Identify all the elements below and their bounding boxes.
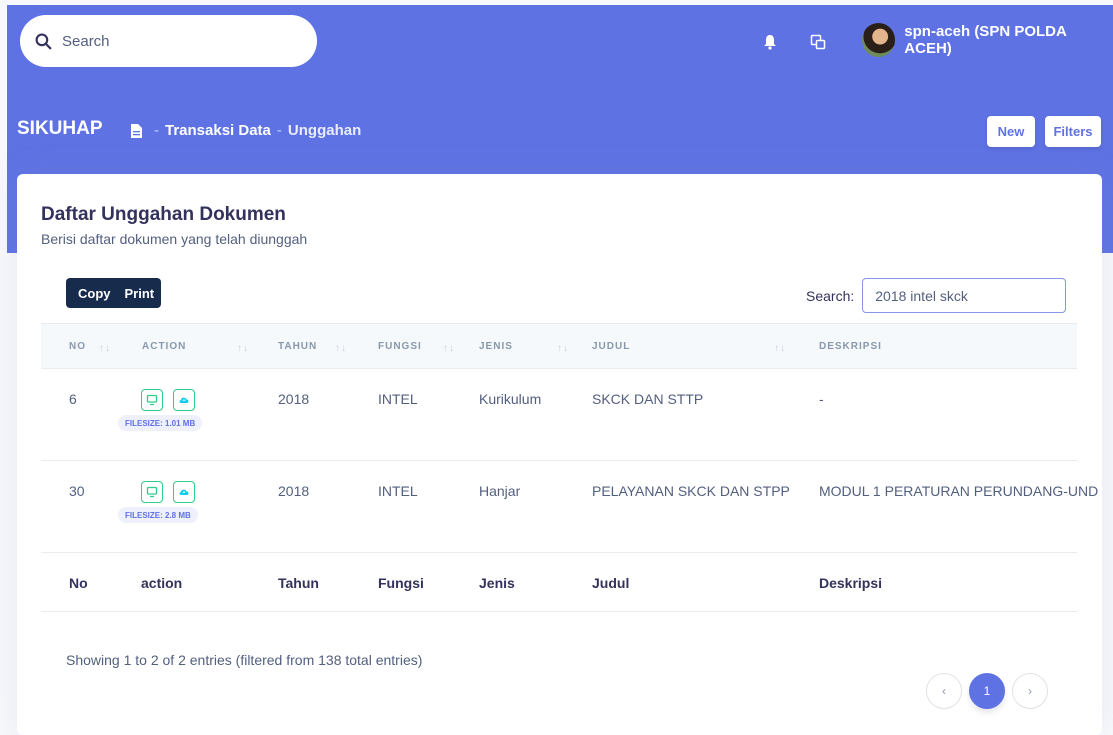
- devices-icon[interactable]: [810, 34, 826, 50]
- global-search-input[interactable]: [62, 32, 262, 50]
- view-button[interactable]: [141, 389, 163, 411]
- column-header-deskripsi[interactable]: DESKRIPSI: [819, 341, 882, 352]
- pagination-prev[interactable]: ‹: [926, 673, 962, 709]
- cell-judul: SKCK DAN STTP: [592, 391, 704, 407]
- brand-title: SIKUHAP: [17, 118, 103, 139]
- sort-icon[interactable]: ↑↓: [557, 343, 569, 354]
- filesize-badge: FILESIZE: 2.8 MB: [118, 507, 198, 523]
- table-row: 6 FILESIZE: 1.01 MB 2018 INTEL Kurikulum…: [41, 369, 1077, 461]
- cell-jenis: Kurikulum: [479, 391, 542, 407]
- breadcrumb-item-transaksi[interactable]: Transaksi Data: [165, 122, 271, 139]
- column-header-judul[interactable]: JUDUL ↑↓: [592, 341, 785, 354]
- cell-deskripsi: MODUL 1 PERATURAN PERUNDANG-UND: [819, 483, 1099, 499]
- sort-icon[interactable]: ↑↓: [774, 343, 786, 354]
- bell-icon[interactable]: [763, 34, 777, 50]
- monitor-icon: [146, 486, 158, 498]
- cell-deskripsi: -: [819, 391, 824, 407]
- download-button[interactable]: [173, 481, 195, 503]
- sort-icon[interactable]: ↑↓: [443, 343, 455, 354]
- breadcrumb-separator: -: [154, 122, 159, 139]
- footer-deskripsi: Deskripsi: [819, 575, 883, 591]
- cell-fungsi: INTEL: [378, 391, 418, 407]
- breadcrumb-separator: -: [276, 122, 282, 139]
- column-header-fungsi[interactable]: FUNGSI ↑↓: [378, 341, 454, 354]
- user-menu[interactable]: spn-aceh (SPN POLDA ACEH): [862, 23, 1113, 57]
- breadcrumb: - Transaksi Data - Unggahan: [131, 122, 361, 139]
- documents-table: NO ↑↓ ACTION ↑↓ TAHUN ↑↓ FUNGSI ↑↓ JENIS ↑↓ J…: [41, 323, 1098, 612]
- breadcrumb-item-unggahan: Unggahan: [287, 122, 362, 139]
- cell-jenis: Hanjar: [479, 483, 521, 499]
- cell-tahun: 2018: [278, 483, 310, 499]
- table-search: Search:: [806, 278, 1067, 313]
- print-button[interactable]: Print: [118, 278, 162, 308]
- column-header-no[interactable]: NO ↑↓: [69, 341, 110, 354]
- global-search[interactable]: [20, 15, 317, 67]
- document-icon[interactable]: [131, 123, 142, 138]
- cloud-upload-icon: [179, 489, 189, 495]
- download-button[interactable]: [173, 389, 195, 411]
- view-button[interactable]: [141, 481, 163, 503]
- filesize-badge: FILESIZE: 1.01 MB: [118, 415, 203, 431]
- table-search-label: Search:: [806, 287, 855, 304]
- pagination-next[interactable]: ›: [1012, 673, 1048, 709]
- copy-button[interactable]: Copy: [66, 278, 118, 308]
- footer-action: action: [141, 575, 183, 591]
- export-buttons: Copy Print: [66, 278, 162, 308]
- user-name[interactable]: spn-aceh (SPN POLDA ACEH): [904, 23, 1113, 57]
- footer-tahun: Tahun: [278, 575, 319, 591]
- cell-judul: PELAYANAN SKCK DAN STPP: [592, 483, 790, 499]
- cell-tahun: 2018: [278, 391, 310, 407]
- documents-card: Daftar Unggahan Dokumen Berisi daftar do…: [17, 174, 1102, 735]
- table-header: NO ↑↓ ACTION ↑↓ TAHUN ↑↓ FUNGSI ↑↓ JENIS ↑↓ J…: [41, 323, 1077, 369]
- pagination-page-1[interactable]: 1: [969, 673, 1005, 709]
- card-subtitle: Berisi daftar dokumen yang telah diungga…: [41, 231, 308, 247]
- table-search-input[interactable]: [862, 278, 1067, 313]
- footer-no: No: [69, 575, 88, 591]
- sort-icon[interactable]: ↑↓: [335, 343, 347, 354]
- new-button[interactable]: New: [987, 116, 1035, 147]
- sort-icon[interactable]: ↑↓: [237, 343, 249, 354]
- column-header-tahun[interactable]: TAHUN ↑↓: [278, 341, 346, 354]
- cell-no: 30: [69, 483, 85, 499]
- card-title: Daftar Unggahan Dokumen: [41, 204, 286, 225]
- column-header-action[interactable]: ACTION ↑↓: [142, 341, 248, 354]
- cell-no: 6: [69, 391, 77, 407]
- search-icon: [35, 33, 52, 50]
- footer-fungsi: Fungsi: [378, 575, 424, 591]
- avatar[interactable]: [862, 23, 896, 57]
- column-header-jenis[interactable]: JENIS ↑↓: [479, 341, 568, 354]
- entries-info: Showing 1 to 2 of 2 entries (filtered fr…: [66, 652, 423, 668]
- cloud-upload-icon: [179, 397, 189, 403]
- footer-jenis: Jenis: [479, 575, 515, 591]
- table-row: 30 FILESIZE: 2.8 MB 2018 INTEL Hanjar PE…: [41, 461, 1098, 553]
- footer-judul: Judul: [592, 575, 630, 591]
- filters-button[interactable]: Filters: [1045, 116, 1101, 147]
- cell-fungsi: INTEL: [378, 483, 418, 499]
- monitor-icon: [146, 394, 158, 406]
- sort-icon[interactable]: ↑↓: [99, 343, 111, 354]
- table-footer: No action Tahun Fungsi Jenis Judul Deskr…: [41, 553, 1077, 612]
